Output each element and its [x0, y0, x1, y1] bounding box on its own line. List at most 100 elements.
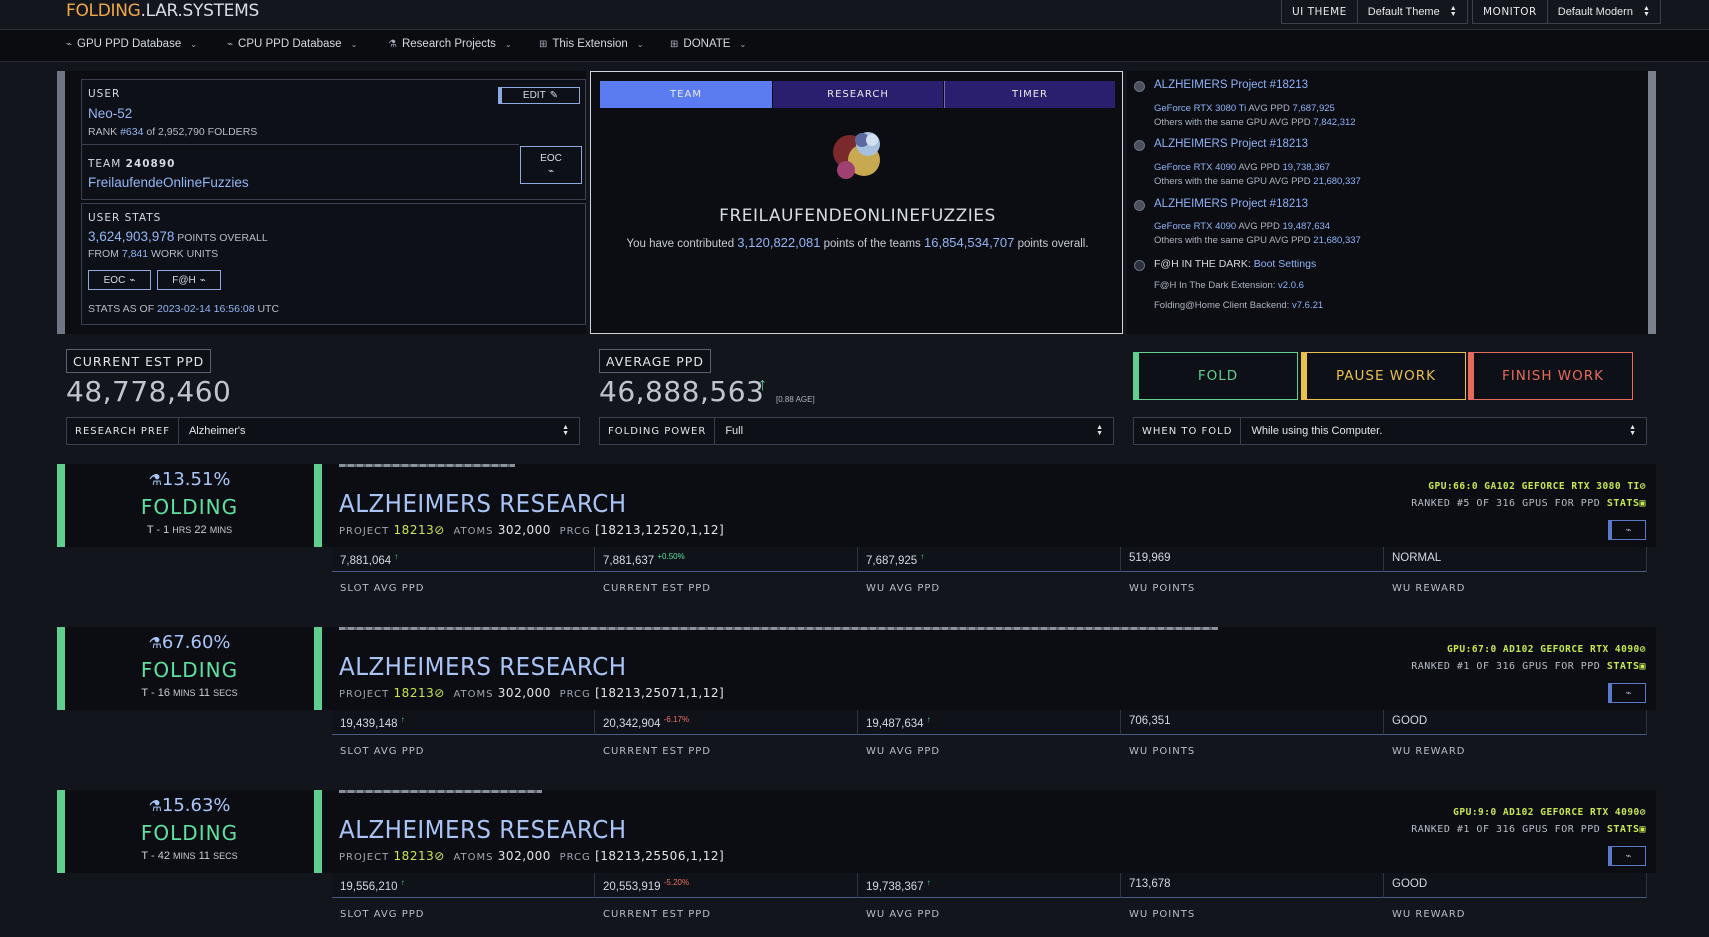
gpu-link[interactable]: GPU:9:0 AD102 GEFORCE RTX 4090⊘: [1453, 807, 1646, 818]
folding-slot: ⚗13.51% FOLDING T - 1 HRS 22 MINS ALZHEI…: [57, 464, 1656, 609]
divider: [82, 144, 519, 145]
gpu-link[interactable]: GPU:67:0 AD102 GEFORCE RTX 4090⊘: [1447, 644, 1646, 655]
cur-est-delta: +0.50%: [657, 552, 685, 561]
pause-work-button[interactable]: PAUSE WORK: [1301, 352, 1466, 400]
stats-link[interactable]: STATS: [1607, 824, 1640, 835]
eoc-button[interactable]: EOC ⌁: [88, 270, 151, 290]
slot-avg-ppd-label: SLOT AVG PPD: [340, 746, 425, 757]
contrib-value: 3,120,822,081: [737, 235, 821, 250]
folding-power-select[interactable]: FOLDING POWER Full ▲ ▼: [599, 417, 1114, 445]
u2: SECS: [213, 688, 238, 698]
nav-donate[interactable]: ⊞ DONATE ⌄: [670, 38, 746, 50]
u1: MINS: [173, 688, 196, 698]
fah-button[interactable]: F@H ⌁: [157, 270, 221, 290]
user-panel: USER EDIT ✎ Neo-52 RANK #634 of 2,952,790…: [57, 71, 586, 334]
stats-link[interactable]: STATS: [1607, 498, 1640, 509]
gpu-link[interactable]: GPU:66:0 GA102 GEFORCE RTX 3080 TI⊘: [1428, 481, 1646, 492]
slot-status-panel: ⚗15.63% FOLDING T - 42 MINS 11 SECS: [57, 790, 322, 873]
slot-meta: PROJECT 18213⊘ ATOMS 302,000 PRCG [18213…: [339, 523, 724, 537]
slot-chart-button[interactable]: ⌁: [1608, 683, 1646, 703]
nav-research-projects[interactable]: ⚗ Research Projects ⌄: [388, 38, 512, 50]
contrib-mid: points of the teams: [820, 238, 924, 250]
gpu-name: GPU:66:0 GA102 GEFORCE RTX 3080 TI: [1428, 481, 1640, 492]
nav-this-extension[interactable]: ⊞ This Extension ⌄: [539, 38, 644, 50]
team-line: TEAM 240890: [88, 158, 175, 170]
research-pref-select[interactable]: RESEARCH PREF Alzheimer's ▲ ▼: [66, 417, 580, 445]
stats-link[interactable]: STATS: [1607, 661, 1640, 672]
edit-button[interactable]: EDIT ✎: [498, 87, 580, 104]
nav-gpu-ppd[interactable]: ⌁ GPU PPD Database ⌄: [66, 38, 197, 50]
recent-project-link[interactable]: ALZHEIMERS Project #18213: [1154, 198, 1308, 210]
database-icon: ▣: [1639, 661, 1646, 672]
avg-label: AVG PPD: [1246, 103, 1293, 114]
recent-project-link[interactable]: ALZHEIMERS Project #18213: [1154, 79, 1308, 91]
others-value: 21,680,337: [1313, 235, 1361, 246]
prcg-value: [18213,12520,1,12]: [595, 523, 725, 537]
tab-research[interactable]: RESEARCH: [772, 81, 943, 108]
ui-theme-select[interactable]: UI THEME Default Theme ▲ ▼: [1281, 0, 1468, 24]
tab-timer[interactable]: TIMER: [944, 81, 1115, 108]
arrow-up-icon: ↑: [926, 878, 931, 887]
folding-power-label: FOLDING POWER: [600, 418, 716, 444]
project-label: PROJECT: [339, 526, 390, 537]
wu-points-cell: 519,969: [1121, 547, 1384, 572]
folding-slot: ⚗67.60% FOLDING T - 16 MINS 11 SECS ALZH…: [57, 627, 1656, 772]
project-link[interactable]: 18213: [394, 686, 435, 700]
wu-reward-cell: NORMAL: [1384, 547, 1647, 572]
team-logo: [833, 132, 880, 179]
project-link[interactable]: 18213: [394, 523, 435, 537]
database-icon: ▣: [1639, 824, 1646, 835]
arrow-up-icon: ↑: [920, 552, 925, 561]
chart-icon: ⌁: [129, 274, 136, 286]
slot-avg-ppd-label: SLOT AVG PPD: [340, 909, 425, 920]
team-name[interactable]: FreilaufendeOnlineFuzzies: [88, 175, 249, 190]
atoms-label: ATOMS: [453, 852, 494, 863]
flask-icon: [1134, 200, 1145, 211]
rank-value: #1 OF 316: [1456, 661, 1516, 672]
flask-icon: ⚗: [148, 797, 162, 815]
when-to-fold-label: WHEN TO FOLD: [1134, 418, 1242, 444]
tab-team[interactable]: TEAM: [600, 81, 772, 108]
recent-project-link[interactable]: ALZHEIMERS Project #18213: [1154, 138, 1308, 150]
slot-avg-value: 19,439,148: [340, 717, 398, 730]
project-link[interactable]: 18213: [394, 849, 435, 863]
slot-chart-button[interactable]: ⌁: [1608, 846, 1646, 866]
chart-icon: ⌁: [199, 274, 206, 286]
eoc-label: EOC: [540, 153, 562, 164]
brand-logo[interactable]: FOLDING.LAR.SYSTEMS: [66, 1, 259, 21]
boot-settings-link[interactable]: Boot Settings: [1254, 258, 1316, 270]
brand-part1: FOLDING: [66, 1, 141, 21]
asof-prefix: STATS AS OF: [88, 303, 158, 315]
wu-avg-ppd-cell: 7,687,925 ↑: [858, 547, 1121, 572]
slot-avg-ppd-cell: 19,439,148 ↑: [332, 710, 595, 735]
t1: 42: [157, 850, 170, 862]
finish-work-button[interactable]: FINISH WORK: [1468, 352, 1633, 400]
wu-avg-ppd-cell: 19,487,634 ↑: [858, 710, 1121, 735]
u1: HRS: [172, 525, 192, 535]
current-est-ppd-cell: 20,342,904 -6.17%: [595, 710, 858, 735]
eoc-label: EOC: [103, 274, 126, 286]
monitor-select[interactable]: MONITOR Default Modern ▲ ▼: [1472, 0, 1661, 24]
chart-icon: ⌁: [1625, 687, 1632, 699]
recent-others-line: Others with the same GPU AVG PPD 7,842,3…: [1154, 117, 1356, 128]
gpu-rank: RANKED #1 OF 316 GPUS FOR PPD STATS▣: [1411, 661, 1646, 672]
arrow-up-icon: ↑: [394, 552, 399, 561]
fold-button[interactable]: FOLD: [1133, 352, 1298, 400]
nav-cpu-ppd[interactable]: ⌁ CPU PPD Database ⌄: [227, 38, 357, 50]
chart-icon: ⌁: [1625, 524, 1632, 536]
rank-value: #1 OF 316: [1456, 824, 1516, 835]
slot-chart-button[interactable]: ⌁: [1608, 520, 1646, 540]
cur-est-value: 7,881,637: [603, 554, 655, 567]
backend-version: Folding@Home Client Backend: v7.6.21: [1154, 300, 1323, 311]
prcg-label: PRCG: [559, 689, 591, 700]
avg-value: 19,738,367: [1282, 162, 1331, 173]
wu-points-cell: 706,351: [1121, 710, 1384, 735]
when-to-fold-select[interactable]: WHEN TO FOLD While using this Computer. ▲ ▼: [1133, 417, 1647, 445]
team-eoc-button[interactable]: EOC ⌁: [520, 146, 582, 184]
slot-progress-bar: [339, 790, 542, 793]
flask-icon: [1134, 81, 1145, 92]
ui-theme-value: Default Theme: [1367, 5, 1440, 18]
slot-main-panel: ALZHEIMERS RESEARCH PROJECT 18213⊘ ATOMS…: [322, 790, 1656, 873]
recent-gpu-line: GeForce RTX 4090 AVG PPD 19,487,634: [1154, 221, 1330, 232]
current-est-ppd-cell: 7,881,637 +0.50%: [595, 547, 858, 572]
